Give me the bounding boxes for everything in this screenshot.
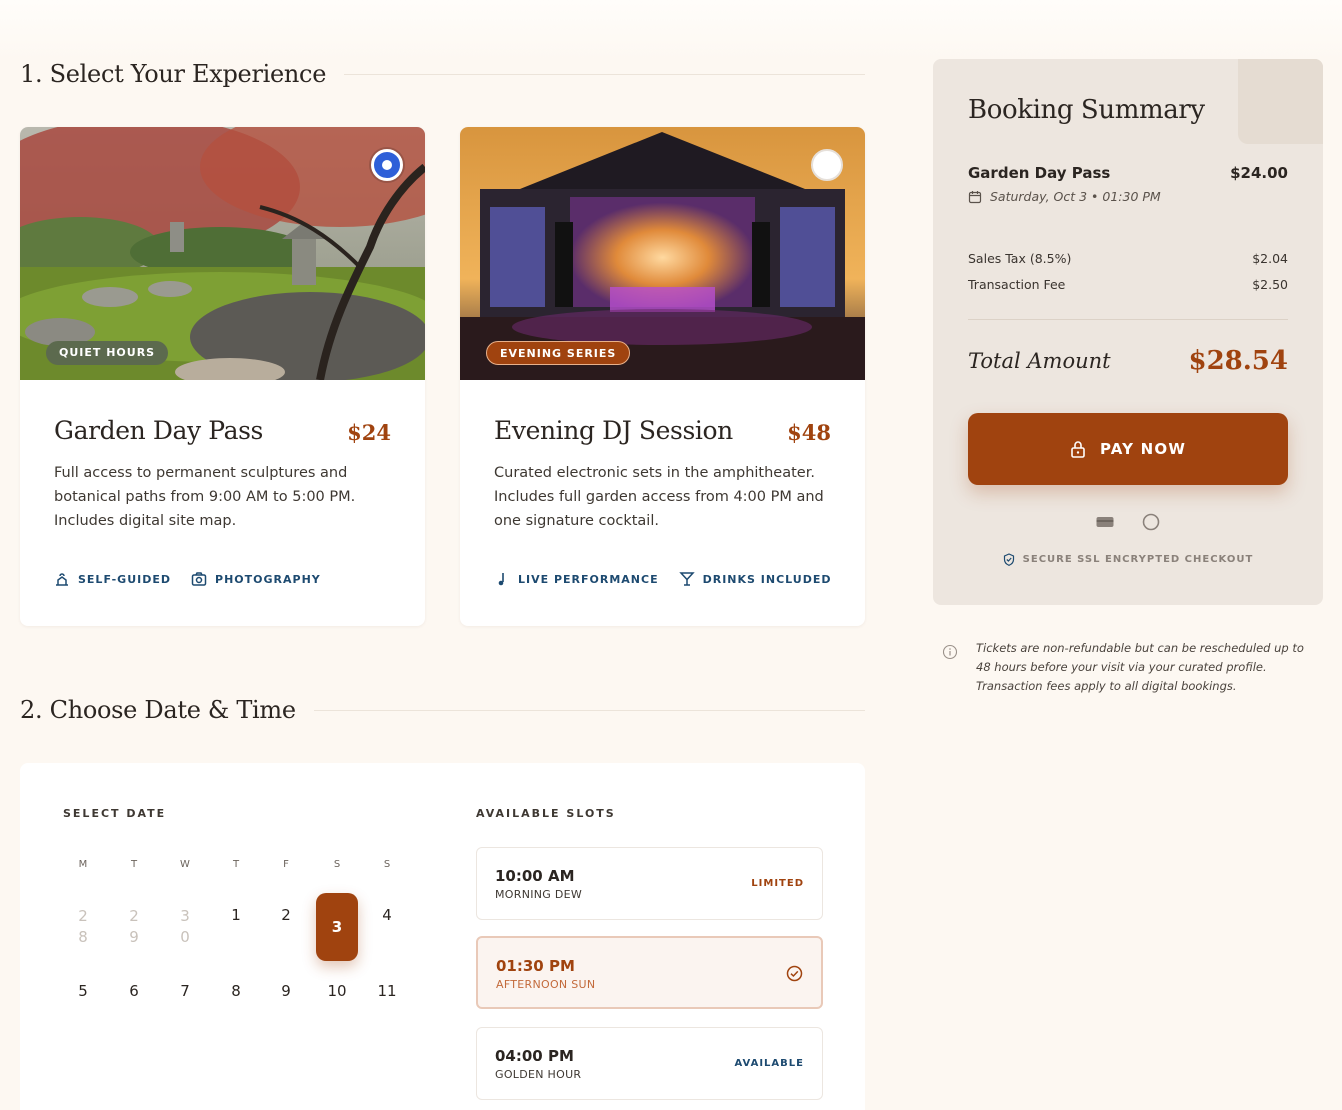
badge-evening-series: EVENING SERIES [486, 341, 631, 365]
camera-icon [191, 572, 207, 586]
calendar-icon [968, 190, 982, 203]
slot-name: AFTERNOON SUN [496, 978, 596, 991]
weekday-label: F [283, 859, 289, 870]
card-description: Curated electronic sets in the amphithea… [494, 465, 824, 529]
feature-self-guided: SELF-GUIDED [54, 571, 171, 587]
select-radio-garden[interactable] [371, 149, 403, 181]
calendar-day-selected[interactable]: 3 [316, 893, 358, 961]
section-title-datetime-text: 2. Choose Date & Time [20, 696, 296, 724]
lock-icon [1071, 441, 1085, 458]
summary-item-name: Garden Day Pass [968, 164, 1111, 182]
calendar-day-prev: 3 0 [180, 907, 190, 946]
pay-now-button[interactable]: PAY NOW [968, 413, 1288, 485]
pay-now-label: PAY NOW [1099, 440, 1187, 458]
summary-title: Booking Summary [968, 95, 1205, 125]
weekday-label: T [232, 859, 240, 870]
summary-date-text: Saturday, Oct 3 • 01:30 PM [990, 189, 1161, 204]
time-slot-morning[interactable]: 10:00 AM MORNING DEW LIMITED [476, 847, 823, 920]
card-price: $24 [347, 420, 391, 445]
experience-card-garden[interactable]: QUIET HOURS Garden Day Pass $24 Full acc… [20, 127, 425, 626]
info-icon [942, 644, 958, 660]
weekday-label: S [383, 859, 391, 870]
slot-time: 10:00 AM [495, 867, 575, 885]
card-price: $48 [787, 420, 831, 445]
time-slot-golden[interactable]: 04:00 PM GOLDEN HOUR AVAILABLE [476, 1027, 823, 1100]
section-title-datetime: 2. Choose Date & Time [20, 696, 865, 724]
slot-status-available: AVAILABLE [734, 1058, 804, 1069]
feature-label: SELF-GUIDED [78, 572, 172, 586]
fee-label: Transaction Fee [968, 277, 1066, 292]
calendar-day-prev: 2 9 [129, 907, 139, 946]
digital-wallet-icon [1142, 513, 1160, 531]
calendar-day[interactable]: 4 [365, 906, 409, 924]
section-divider [344, 73, 865, 75]
slot-name: GOLDEN HOUR [495, 1068, 582, 1081]
summary-divider [968, 319, 1288, 320]
date-time-card: SELECT DATE AVAILABLE SLOTS M T W T F S … [20, 763, 865, 1110]
weekday-label: W [180, 859, 190, 870]
calendar-day[interactable]: 9 [264, 982, 308, 1000]
self-guided-icon [56, 573, 68, 586]
summary-item-price: $24.00 [1230, 164, 1288, 182]
tax-label: Sales Tax (8.5%) [968, 251, 1072, 266]
feature-live-performance: LIVE PERFORMANCE [494, 571, 659, 587]
summary-item-date: Saturday, Oct 3 • 01:30 PM [968, 189, 1161, 204]
fee-value: $2.50 [1252, 277, 1288, 292]
calendar-day[interactable]: 11 [365, 982, 409, 1000]
available-slots-label: AVAILABLE SLOTS [476, 807, 616, 820]
section-title-experience-text: 1. Select Your Experience [20, 60, 327, 88]
calendar-day[interactable]: 2 [264, 906, 308, 924]
section-divider [313, 709, 865, 711]
calendar-day[interactable]: 7 [163, 982, 207, 1000]
select-radio-dj[interactable] [811, 149, 843, 181]
feature-label: LIVE PERFORMANCE [518, 572, 659, 586]
card-title: Evening DJ Session [494, 416, 733, 445]
calendar-day-prev: 2 8 [78, 907, 88, 946]
tax-value: $2.04 [1252, 251, 1288, 266]
feature-photography: PHOTOGRAPHY [191, 571, 321, 587]
refund-note: Tickets are non-refundable but can be re… [942, 639, 1312, 696]
sales-tax-row: Sales Tax (8.5%) $2.04 [968, 251, 1288, 266]
calendar-day[interactable]: 8 [214, 982, 258, 1000]
total-label: Total Amount [968, 349, 1111, 373]
shield-check-icon [1003, 553, 1014, 566]
slot-time: 01:30 PM [496, 957, 575, 975]
calendar-day[interactable]: 1 [214, 906, 258, 924]
credit-card-icon [1096, 517, 1114, 527]
check-circle-icon [786, 965, 803, 982]
cocktail-icon [678, 572, 695, 586]
feature-drinks-included: DRINKS INCLUDED [678, 571, 832, 587]
card-title: Garden Day Pass [54, 416, 263, 445]
feature-list: SELF-GUIDED PHOTOGRAPHY [54, 571, 321, 587]
booking-summary: Booking Summary Garden Day Pass $24.00 S… [933, 59, 1323, 605]
select-date-label: SELECT DATE [63, 807, 167, 820]
secure-text: SECURE SSL ENCRYPTED CHECKOUT [1022, 554, 1254, 565]
secure-checkout-note: SECURE SSL ENCRYPTED CHECKOUT [933, 553, 1323, 566]
slot-name: MORNING DEW [495, 888, 583, 901]
music-note-icon [498, 573, 504, 586]
section-title-experience: 1. Select Your Experience [20, 60, 865, 88]
experience-card-dj[interactable]: EVENING SERIES Evening DJ Session $48 Cu… [460, 127, 865, 626]
total-value: $28.54 [1188, 346, 1288, 376]
weekday-label: M [78, 859, 88, 870]
feature-label: DRINKS INCLUDED [702, 572, 832, 586]
calendar-day[interactable]: 6 [112, 982, 156, 1000]
card-description: Full access to permanent sculptures and … [54, 465, 356, 529]
refund-note-text: Tickets are non-refundable but can be re… [976, 641, 1304, 693]
calendar-day[interactable]: 10 [315, 982, 359, 1000]
calendar-day[interactable]: 5 [61, 982, 105, 1000]
payment-methods [933, 513, 1323, 531]
time-slot-afternoon[interactable]: 01:30 PM AFTERNOON SUN [476, 936, 823, 1009]
feature-list: LIVE PERFORMANCE DRINKS INCLUDED [494, 571, 831, 587]
badge-quiet-hours: QUIET HOURS [46, 341, 169, 365]
transaction-fee-row: Transaction Fee $2.50 [968, 277, 1288, 292]
feature-label: PHOTOGRAPHY [215, 572, 321, 586]
slot-status-limited: LIMITED [751, 878, 804, 889]
weekday-label: S [333, 859, 341, 870]
weekday-label: T [130, 859, 138, 870]
summary-decoration [1238, 59, 1323, 144]
slot-time: 04:00 PM [495, 1047, 574, 1065]
